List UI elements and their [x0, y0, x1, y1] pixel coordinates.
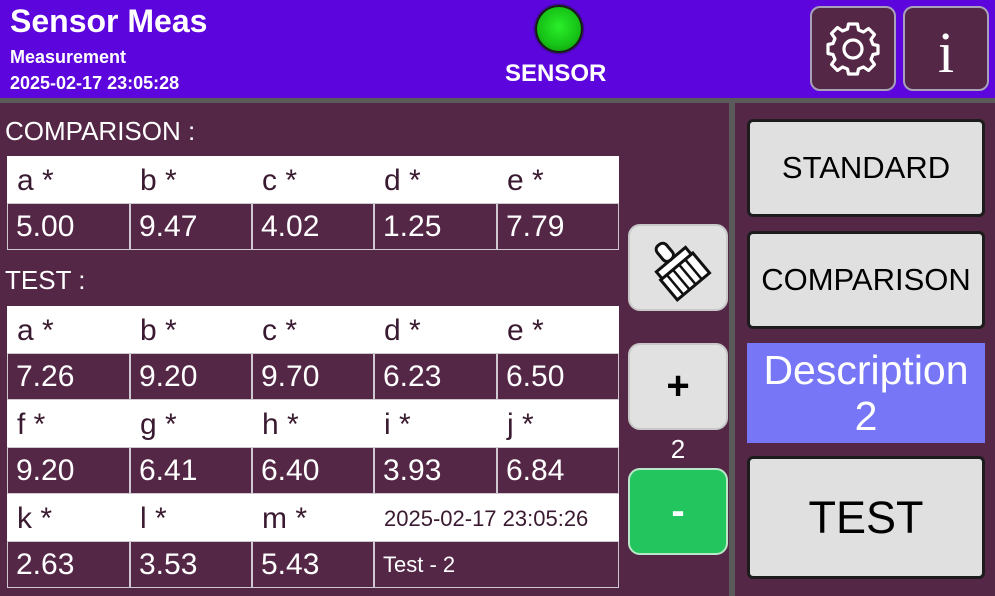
test-header-cell: b * [140, 314, 177, 347]
increment-button[interactable]: + [628, 343, 728, 430]
test-value-row: 7.26 9.20 9.70 6.23 6.50 [7, 353, 619, 400]
test-value-cell: 5.43 [252, 541, 374, 588]
test-header-cell: c * [262, 314, 298, 347]
app-title: Sensor Meas [10, 3, 208, 39]
comparison-value-cell: 5.00 [7, 203, 130, 250]
decrement-button[interactable]: - [628, 468, 728, 555]
gear-icon [826, 22, 880, 76]
test-value-cell: 9.70 [252, 353, 374, 400]
test-header-cell: l * [140, 502, 167, 535]
test-table: a * b * c * d * e * 7.26 9.20 9.70 6.23 … [7, 306, 619, 588]
comparison-value-cell: 4.02 [252, 203, 374, 250]
header-divider [0, 98, 995, 103]
test-value-cell: 6.23 [374, 353, 497, 400]
standard-button[interactable]: STANDARD [747, 119, 985, 217]
test-header-cell: j * [507, 408, 534, 441]
test-timestamp: 2025-02-17 23:05:26 [384, 506, 589, 531]
description-line-1: Description [763, 347, 969, 393]
comparison-header-cell: a * [17, 164, 54, 197]
test-section-label: TEST : [5, 265, 86, 295]
test-value-cell: 9.20 [7, 447, 130, 494]
info-icon: i [938, 20, 954, 85]
test-value-cell: 6.41 [130, 447, 252, 494]
comparison-value-cell: 9.47 [130, 203, 252, 250]
count-value: 2 [670, 434, 686, 464]
test-header-cell: m * [262, 502, 307, 535]
test-header-cell: a * [17, 314, 54, 347]
test-header-row: a * b * c * d * e * [7, 306, 619, 353]
brush-icon [654, 241, 712, 302]
panel-divider [729, 103, 735, 596]
comparison-value-cell: 7.79 [497, 203, 619, 250]
comparison-header-cell: c * [262, 164, 298, 197]
test-button[interactable]: TEST [747, 456, 985, 579]
comparison-section-label: COMPARISON : [5, 116, 196, 146]
test-header-row: k * l * m * 2025-02-17 23:05:26 [7, 494, 619, 541]
comparison-button[interactable]: COMPARISON [747, 231, 985, 329]
test-value-cell: 3.53 [130, 541, 252, 588]
test-name: Test - 2 [374, 541, 619, 588]
comparison-header-cell: d * [384, 164, 421, 197]
info-button[interactable]: i [903, 6, 989, 91]
test-value-cell: 9.20 [130, 353, 252, 400]
info-glyph: i [938, 20, 954, 85]
comparison-header-cell: e * [507, 164, 544, 197]
test-header-cell: d * [384, 314, 421, 347]
screen-subtitle: Measurement [10, 47, 127, 67]
test-value-row: 2.63 3.53 5.43 Test - 2 [7, 541, 619, 588]
test-header-cell: g * [140, 408, 177, 441]
test-header-cell: h * [262, 408, 299, 441]
description-line-2: 2 [854, 393, 878, 439]
test-header-row: f * g * h * i * j * [7, 400, 619, 447]
test-value-cell: 6.50 [497, 353, 619, 400]
comparison-value-cell: 1.25 [374, 203, 497, 250]
comparison-table: a * b * c * d * e * 5.00 9.47 4.02 1.25 … [7, 156, 619, 250]
description-display: Description 2 [747, 343, 985, 443]
test-value-cell: 6.40 [252, 447, 374, 494]
test-value-row: 9.20 6.41 6.40 3.93 6.84 [7, 447, 619, 494]
test-value-cell: 2.63 [7, 541, 130, 588]
current-datetime: 2025-02-17 23:05:28 [10, 73, 180, 93]
header-bar: Sensor Meas Measurement 2025-02-17 23:05… [0, 0, 995, 98]
test-value-cell: 7.26 [7, 353, 130, 400]
test-header-cell: e * [507, 314, 544, 347]
comparison-header-cell: b * [140, 164, 177, 197]
comparison-header-row: a * b * c * d * e * [7, 156, 619, 203]
test-value-cell: 6.84 [497, 447, 619, 494]
test-header-cell: f * [17, 408, 46, 441]
clear-button[interactable] [628, 224, 728, 311]
sensor-status-led [535, 5, 583, 53]
test-value-cell: 3.93 [374, 447, 497, 494]
sensor-label: SENSOR [505, 60, 607, 87]
settings-button[interactable] [810, 6, 896, 91]
test-header-cell: i * [384, 408, 411, 441]
test-header-cell: k * [17, 502, 53, 535]
comparison-value-row: 5.00 9.47 4.02 1.25 7.79 [7, 203, 619, 250]
